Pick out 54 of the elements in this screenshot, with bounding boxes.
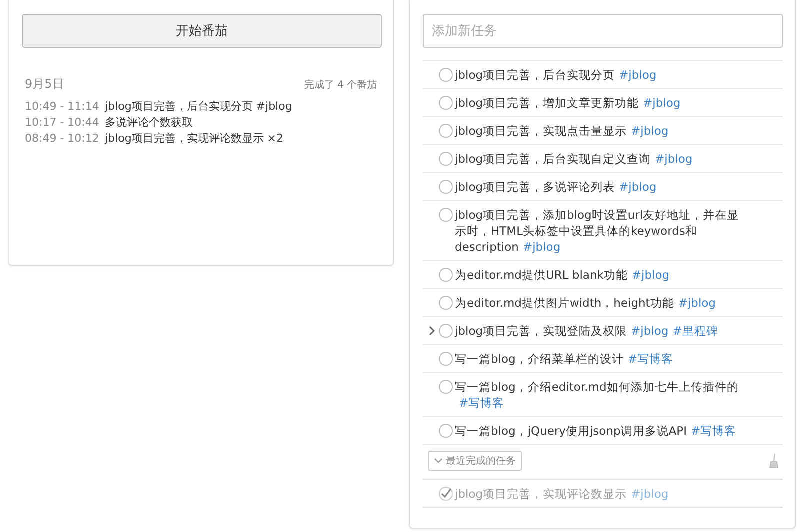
task-text: jblog项目完善，后台实现分页 #jblog bbox=[455, 67, 657, 83]
task-text: 写一篇blog，介绍editor.md如何添加七牛上传插件的 #写博客 bbox=[455, 379, 740, 411]
task-tag-link[interactable]: #写博客 bbox=[628, 352, 674, 366]
task-checkbox[interactable] bbox=[439, 180, 453, 194]
task-checkbox[interactable] bbox=[439, 296, 453, 310]
task-checkbox[interactable] bbox=[439, 268, 453, 282]
task-tag-link[interactable]: #jblog bbox=[655, 152, 693, 166]
caret-icon bbox=[434, 458, 443, 464]
log-date: 9月5日 bbox=[25, 76, 64, 93]
task-text: jblog项目完善，实现评论数显示 #jblog bbox=[455, 486, 669, 502]
task-text: jblog项目完善，添加blog时设置url友好地址，并在显示时，HTML头标签中设置具体的keywords和description #jblog bbox=[455, 207, 740, 255]
task-checkbox[interactable] bbox=[439, 424, 453, 438]
task-tag-link[interactable]: #jblog bbox=[619, 68, 657, 82]
task-text: jblog项目完善，实现登陆及权限 #jblog #里程碑 bbox=[455, 323, 718, 339]
completed-tasks-toggle[interactable]: 最近完成的任务 bbox=[428, 451, 522, 471]
task-checkbox[interactable] bbox=[439, 487, 453, 501]
task-tag-link[interactable]: #写博客 bbox=[459, 396, 505, 410]
task-checkbox[interactable] bbox=[439, 352, 453, 366]
task-tag-link[interactable]: #jblog bbox=[522, 240, 561, 254]
task-tag-link[interactable]: #jblog bbox=[619, 180, 657, 194]
task-text: 写一篇blog，介绍菜单栏的设计 #写博客 bbox=[455, 351, 674, 367]
log-entry: jblog项目完善，后台实现分页 #jblog bbox=[105, 99, 292, 115]
log-entry: jblog项目完善，实现评论数显示 ×2 bbox=[105, 131, 284, 147]
task-checkbox[interactable] bbox=[439, 152, 453, 166]
log-time: 08:49 - 10:12 bbox=[25, 131, 97, 147]
task-tag-link[interactable]: #jblog bbox=[643, 96, 681, 110]
task-text: jblog项目完善，后台实现自定义查询 #jblog bbox=[455, 151, 693, 167]
task-text: jblog项目完善，多说评论列表 #jblog bbox=[455, 179, 657, 195]
start-button[interactable]: 开始番茄 bbox=[22, 14, 382, 48]
task-text: 写一篇blog，jQuery使用jsonp调用多说API #写博客 bbox=[455, 423, 737, 439]
new-task-field[interactable]: 添加新任务 bbox=[423, 14, 783, 48]
task-text: 为editor.md提供URL blank功能 #jblog bbox=[455, 267, 670, 283]
task-checkbox[interactable] bbox=[439, 324, 453, 338]
task-checkbox[interactable] bbox=[439, 380, 453, 394]
chevron-icon[interactable] bbox=[429, 326, 435, 336]
broom-icon[interactable] bbox=[769, 454, 779, 468]
task-tag-link[interactable]: #jblog bbox=[631, 324, 669, 338]
log-time: 10:49 - 11:14 bbox=[25, 99, 97, 115]
log-summary: 完成了 4 个番茄 bbox=[304, 78, 377, 92]
task-tag-link[interactable]: #里程碑 bbox=[672, 324, 718, 338]
log-time: 10:17 - 10:44 bbox=[25, 115, 97, 131]
task-tag-link[interactable]: #jblog bbox=[632, 268, 670, 282]
task-checkbox[interactable] bbox=[439, 124, 453, 138]
task-text: jblog项目完善，实现点击量显示 #jblog bbox=[455, 123, 669, 139]
task-tag-link[interactable]: #jblog bbox=[631, 487, 669, 501]
task-tag-link[interactable]: #写博客 bbox=[690, 424, 737, 438]
task-checkbox[interactable] bbox=[439, 96, 453, 110]
task-tag-link[interactable]: #jblog bbox=[678, 296, 716, 310]
task-checkbox[interactable] bbox=[439, 68, 453, 82]
task-text: jblog项目完善，增加文章更新功能 #jblog bbox=[455, 95, 681, 111]
task-text: 为editor.md提供图片width，height功能 #jblog bbox=[455, 295, 716, 311]
task-tag-link[interactable]: #jblog bbox=[631, 124, 669, 138]
log-entry: 多说评论个数获取 bbox=[105, 115, 193, 131]
task-checkbox[interactable] bbox=[439, 208, 453, 222]
